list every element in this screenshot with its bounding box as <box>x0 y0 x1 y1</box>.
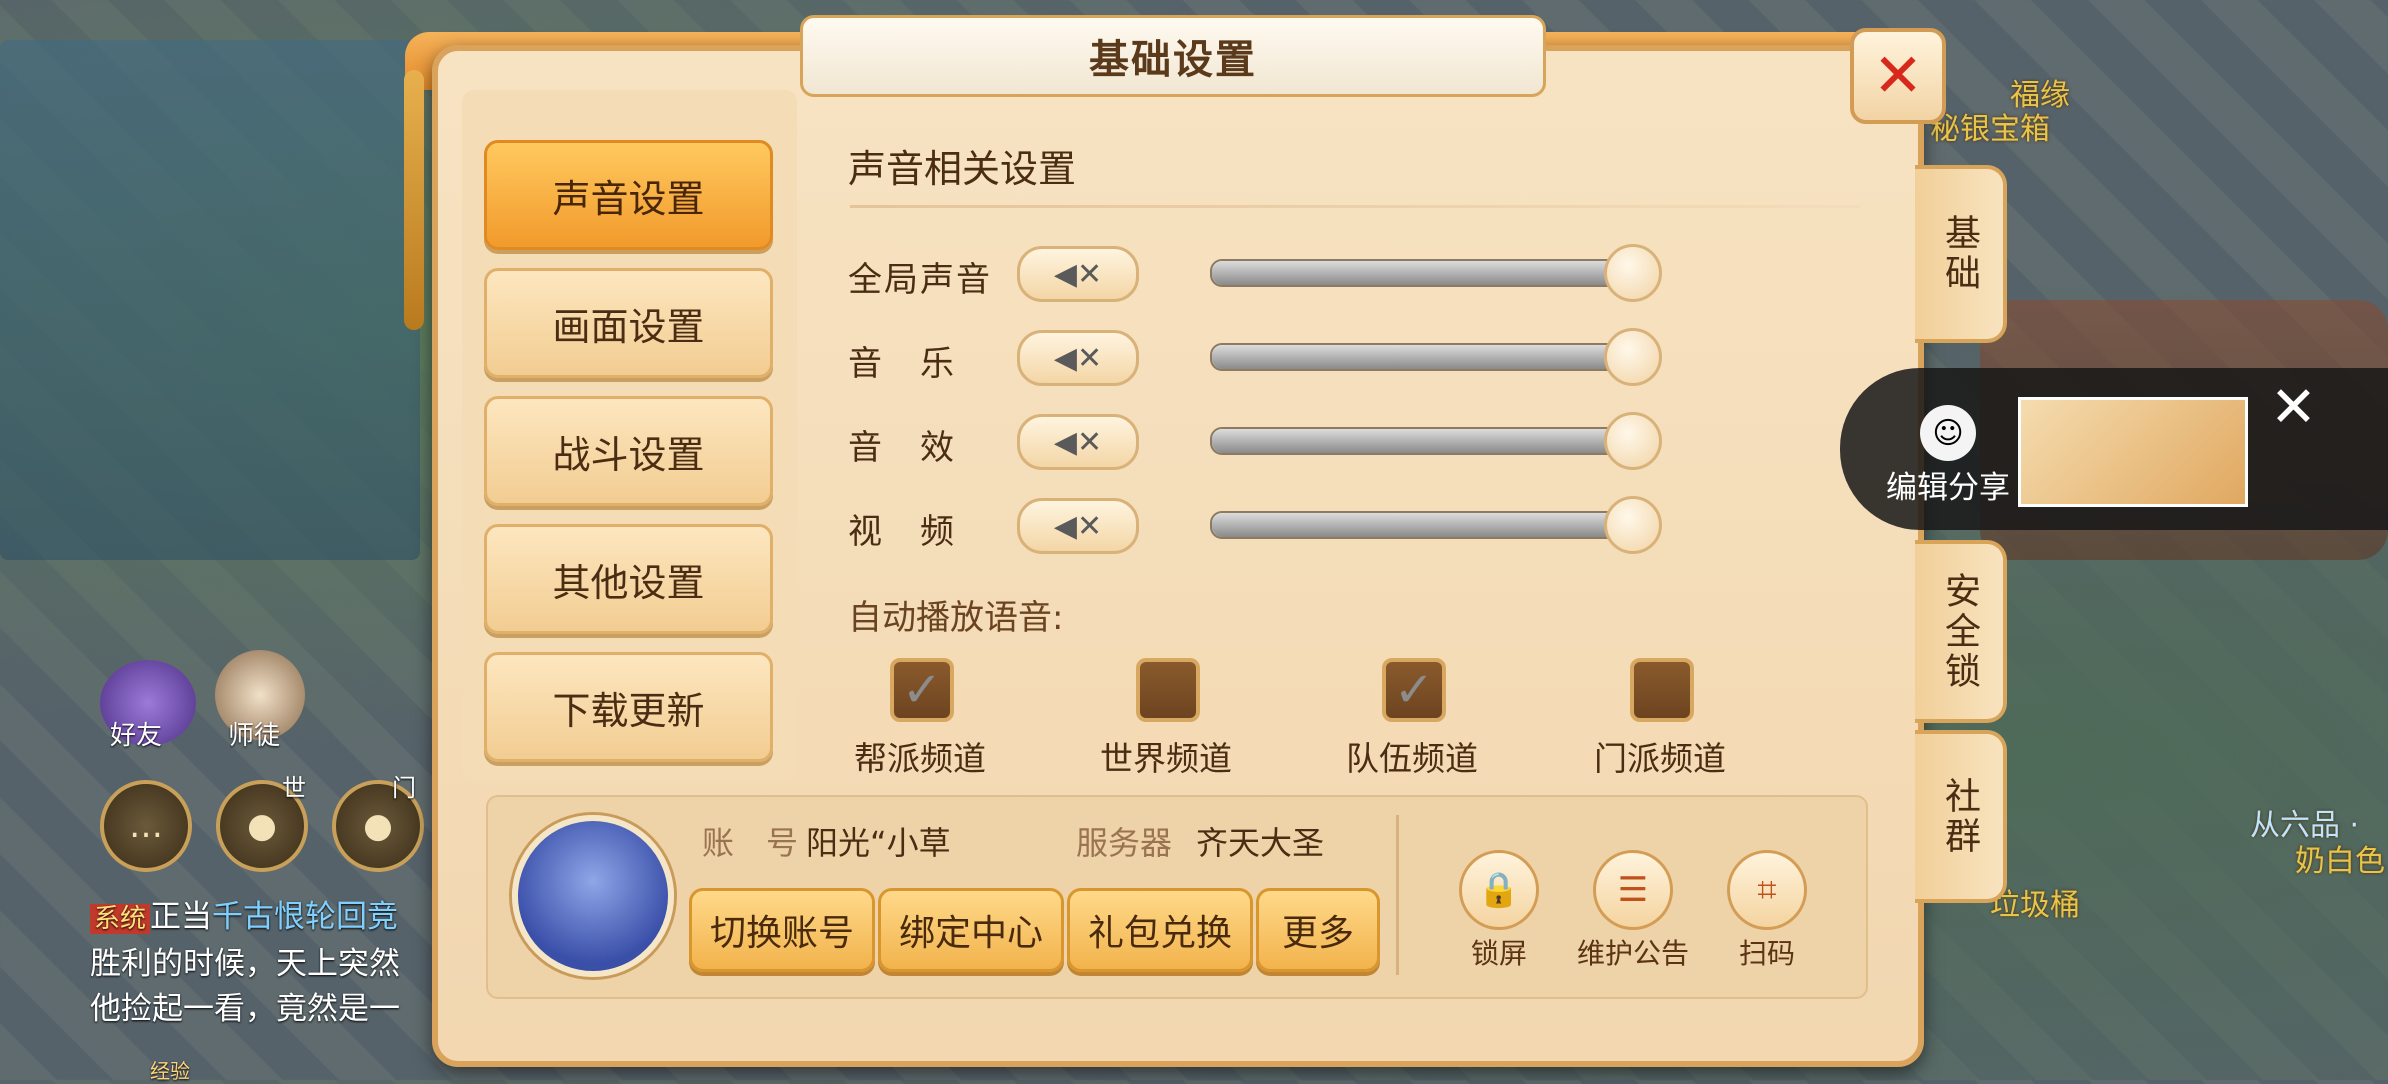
check-icon: ✓ <box>1393 662 1435 718</box>
label-guild-channel: 帮派频道 <box>854 739 986 778</box>
lock-icon: 🔒 <box>1459 850 1539 930</box>
map-label-chest: 秘银宝箱 <box>1930 112 2050 147</box>
close-button[interactable]: ✕ <box>1850 28 1946 124</box>
slider-fill <box>1212 345 1642 369</box>
mentor-label: 师徒 <box>228 721 281 751</box>
screenshot-thumbnail[interactable] <box>2018 397 2248 507</box>
label-sect-channel: 门派频道 <box>1594 739 1726 778</box>
chat-player-link[interactable]: 千古恨轮回竞 <box>212 899 398 935</box>
nav-other-settings[interactable]: 其他设置 <box>484 524 773 634</box>
maintenance-notice-label: 维护公告 <box>1576 937 1689 970</box>
check-icon: ✓ <box>901 662 943 718</box>
volume-slider-music[interactable] <box>1210 343 1644 371</box>
row-label-video: 视 频 <box>848 512 956 552</box>
account-key: 账 号 <box>702 824 799 862</box>
player-name: 奶白色 <box>2295 844 2385 879</box>
more-button[interactable]: 更多 <box>1256 888 1380 972</box>
nav-sound-settings[interactable]: 声音设置 <box>484 140 773 250</box>
volume-slider-global[interactable] <box>1210 259 1644 287</box>
label-world-channel: 世界频道 <box>1100 739 1232 778</box>
checkbox-guild-channel[interactable]: ✓ <box>890 658 954 722</box>
window-title: 基础设置 <box>1089 37 1257 83</box>
player-avatar <box>512 815 674 977</box>
row-label-global: 全局声音 <box>848 260 992 300</box>
chat-icon: … <box>129 806 163 846</box>
bind-center-button[interactable]: 绑定中心 <box>878 888 1064 972</box>
microphone-icon: ● <box>247 806 277 846</box>
chat-text: 正当 <box>150 899 213 935</box>
section-title: 声音相关设置 <box>848 147 1077 191</box>
server-key: 服务器 <box>1076 824 1173 862</box>
tab-basic[interactable]: 基础 <box>1915 165 2007 343</box>
gift-redeem-button[interactable]: 礼包兑换 <box>1067 888 1253 972</box>
friends-label: 好友 <box>110 721 163 751</box>
mute-video-button[interactable]: ◀✕ <box>1017 498 1139 554</box>
lock-screen-label: 锁屏 <box>1470 937 1527 970</box>
mute-global-button[interactable]: ◀✕ <box>1017 246 1139 302</box>
scan-label: 扫码 <box>1738 937 1795 970</box>
slider-knob[interactable] <box>1604 412 1662 470</box>
close-icon: ✕ <box>1872 41 1924 111</box>
edit-share-label[interactable]: 编辑分享 <box>1886 462 2010 507</box>
mute-music-button[interactable]: ◀✕ <box>1017 330 1139 386</box>
lock-screen-tool[interactable]: 🔒 锁屏 <box>1434 850 1564 972</box>
account-value: 阳光“小草 <box>806 824 951 862</box>
chat-line: 系统 正当千古恨轮回竞 <box>90 895 450 942</box>
speaker-muted-icon: ◀✕ <box>1053 256 1103 292</box>
window-title-plate: 基础设置 <box>800 15 1546 97</box>
slider-knob[interactable] <box>1604 496 1662 554</box>
tassel-ornament <box>404 70 424 330</box>
notice-icon: ☰ <box>1593 850 1673 930</box>
world-mark: 世 <box>282 774 306 802</box>
volume-slider-video[interactable] <box>1210 511 1644 539</box>
speaker-muted-icon: ◀✕ <box>1053 508 1103 544</box>
checkbox-sect-channel[interactable] <box>1630 658 1694 722</box>
auto-voice-label: 自动播放语音: <box>848 598 1064 638</box>
slider-knob[interactable] <box>1604 328 1662 386</box>
scan-tool[interactable]: ⌗ 扫码 <box>1702 850 1832 972</box>
server-value: 齐天大圣 <box>1196 824 1325 862</box>
label-team-channel: 队伍频道 <box>1346 739 1478 778</box>
slider-fill <box>1212 429 1642 453</box>
share-mascot-icon[interactable]: ☺ <box>1920 405 1976 461</box>
tab-security-lock[interactable]: 安全锁 <box>1915 540 2007 723</box>
chat-bubble-button[interactable]: … <box>100 780 192 872</box>
slider-fill <box>1212 513 1642 537</box>
switch-account-button[interactable]: 切换账号 <box>689 888 875 972</box>
microphone-icon: ● <box>363 806 393 846</box>
chat-log[interactable]: 系统 正当千古恨轮回竞 胜利的时候，天上突然 他捡起一看，竟然是一 <box>90 895 450 1032</box>
chat-line: 他捡起一看，竟然是一 <box>90 991 400 1027</box>
slider-knob[interactable] <box>1604 244 1662 302</box>
sect-mark: 门 <box>392 774 416 802</box>
background-building <box>0 40 420 560</box>
checkbox-team-channel[interactable]: ✓ <box>1382 658 1446 722</box>
volume-slider-effects[interactable] <box>1210 427 1644 455</box>
mute-effects-button[interactable]: ◀✕ <box>1017 414 1139 470</box>
chat-line: 胜利的时候，天上突然 <box>90 946 400 982</box>
speaker-muted-icon: ◀✕ <box>1053 424 1103 460</box>
tab-community[interactable]: 社群 <box>1915 730 2007 903</box>
chat-system-tag: 系统 <box>90 904 151 934</box>
nav-display-settings[interactable]: 画面设置 <box>484 268 773 378</box>
checkbox-world-channel[interactable] <box>1136 658 1200 722</box>
scan-icon: ⌗ <box>1727 850 1807 930</box>
section-divider <box>850 205 1860 208</box>
account-divider <box>1396 815 1399 975</box>
speaker-muted-icon: ◀✕ <box>1053 340 1103 376</box>
nav-battle-settings[interactable]: 战斗设置 <box>484 396 773 506</box>
row-label-effects: 音 效 <box>848 428 956 468</box>
maintenance-notice-tool[interactable]: ☰ 维护公告 <box>1568 850 1698 972</box>
slider-fill <box>1212 261 1642 285</box>
nav-download-update[interactable]: 下载更新 <box>484 652 773 762</box>
row-label-music: 音 乐 <box>848 344 956 384</box>
share-close-icon[interactable]: ✕ <box>2270 375 2317 440</box>
